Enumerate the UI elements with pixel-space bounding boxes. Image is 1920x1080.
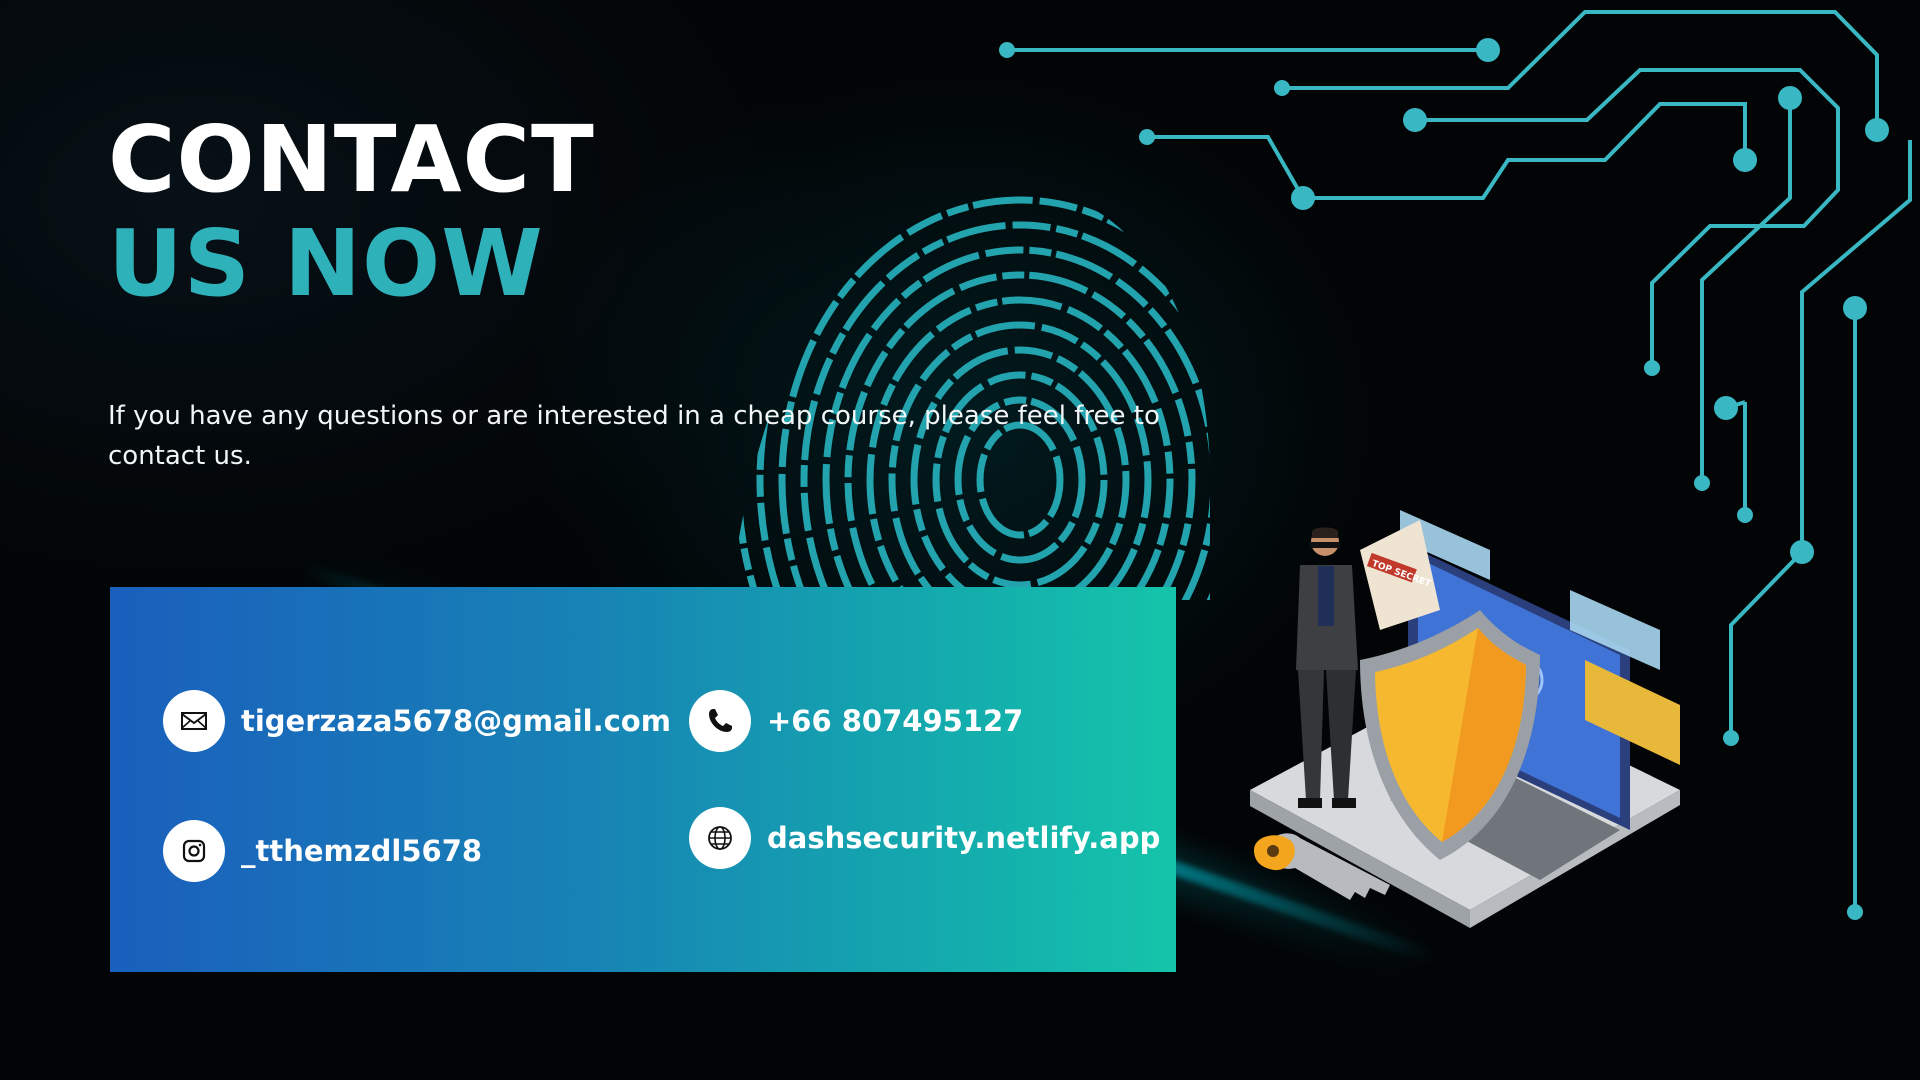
security-illustration: TOP SECRET <box>1250 510 1680 928</box>
page-title: CONTACT US NOW <box>108 108 595 316</box>
website-url[interactable]: dashsecurity.netlify.app <box>767 821 1160 855</box>
contact-email[interactable]: tigerzaza5678@gmail.com <box>163 690 671 752</box>
title-line-contact: CONTACT <box>108 106 595 213</box>
contact-website[interactable]: dashsecurity.netlify.app <box>689 807 1160 869</box>
phone-number[interactable]: +66 807495127 <box>767 704 1023 738</box>
contact-phone[interactable]: +66 807495127 <box>689 690 1023 752</box>
slide-background: CONTACT US NOW If you have any questions… <box>0 0 1920 1080</box>
phone-icon <box>689 690 751 752</box>
globe-icon <box>689 807 751 869</box>
mail-icon <box>163 690 225 752</box>
email-address[interactable]: tigerzaza5678@gmail.com <box>241 704 671 738</box>
contact-instagram[interactable]: _tthemzdl5678 <box>163 820 482 882</box>
instagram-handle[interactable]: _tthemzdl5678 <box>241 834 482 868</box>
contact-info-card <box>110 587 1176 972</box>
title-line-us-now: US NOW <box>108 210 544 317</box>
instagram-icon <box>163 820 225 882</box>
intro-text: If you have any questions or are interes… <box>108 401 1160 471</box>
